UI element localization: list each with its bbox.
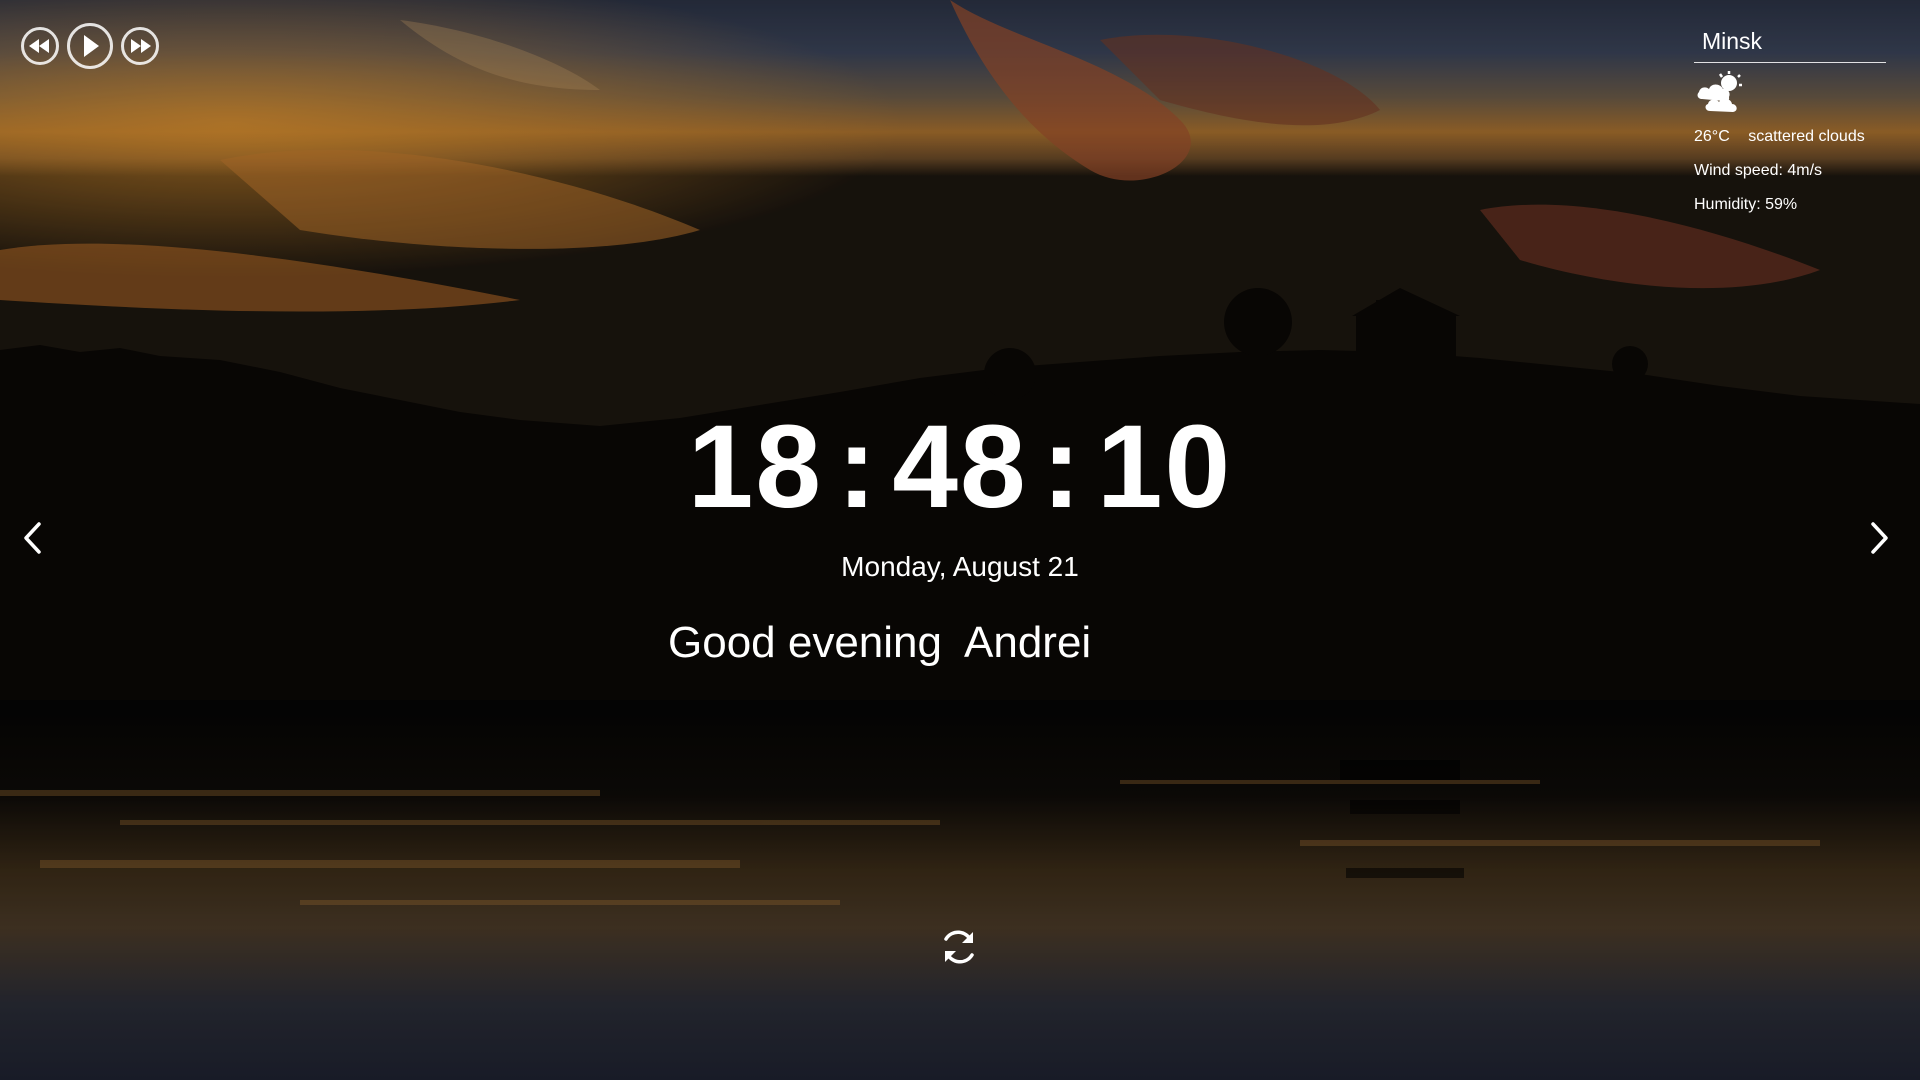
greeting: Good evening Andrei	[668, 616, 1091, 670]
refresh-button[interactable]	[938, 926, 980, 968]
next-background-button[interactable]	[1862, 521, 1898, 560]
play-icon	[81, 35, 99, 57]
play-button[interactable]	[67, 23, 113, 69]
background-dim-overlay	[0, 0, 1920, 1080]
greeting-name[interactable]: Andrei	[964, 618, 1091, 667]
clock: 18:48:10	[0, 402, 1920, 532]
greeting-text: Good evening	[668, 618, 942, 667]
weather-widget: Minsk 26°C scattered clouds Wind speed: …	[1694, 26, 1886, 217]
partly-cloudy-icon	[1696, 71, 1746, 115]
clock-separator: :	[1041, 401, 1083, 533]
clock-separator: :	[837, 401, 879, 533]
chevron-right-icon	[1870, 521, 1890, 560]
weather-summary: 26°C scattered clouds	[1694, 125, 1886, 149]
clock-minutes: 48	[892, 401, 1028, 533]
weather-humidity: Humidity: 59%	[1694, 196, 1798, 213]
weather-wind: Wind speed: 4m/s	[1694, 162, 1823, 179]
chevron-left-icon	[22, 521, 42, 560]
media-controls	[21, 23, 159, 69]
date-label: Monday, August 21	[841, 551, 1079, 582]
clock-seconds: 10	[1096, 401, 1233, 533]
fast-forward-icon	[129, 39, 151, 53]
weather-city[interactable]: Minsk	[1694, 26, 1886, 63]
rewind-icon	[29, 39, 51, 53]
previous-button[interactable]	[21, 27, 59, 65]
screen: Minsk 26°C scattered clouds Wind speed: …	[0, 0, 1920, 1080]
weather-temperature: 26°C	[1694, 128, 1730, 145]
clock-hours: 18	[687, 401, 824, 533]
weather-condition: scattered clouds	[1748, 128, 1865, 145]
refresh-icon	[938, 930, 980, 972]
next-button[interactable]	[121, 27, 159, 65]
previous-background-button[interactable]	[14, 521, 50, 560]
